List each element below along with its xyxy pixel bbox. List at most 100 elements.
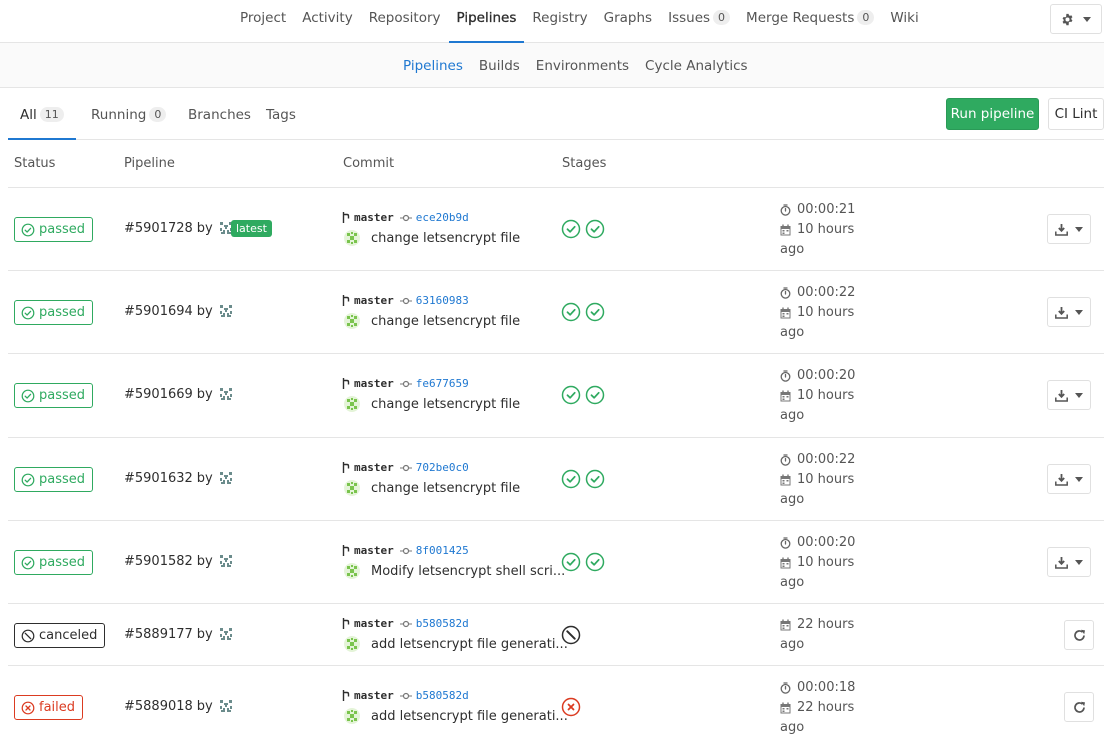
subnav-item-environments[interactable]: Environments <box>528 43 637 89</box>
commit-title: add letsencrypt file generati... <box>344 636 568 652</box>
pipeline-link[interactable]: #5901728 <box>124 221 193 236</box>
commit-sha-link[interactable]: b580582d <box>416 689 469 702</box>
status-label: failed <box>39 700 76 715</box>
commit-author-avatar[interactable] <box>344 708 360 724</box>
duration: 00:00:18 <box>780 678 855 698</box>
branch-name-link[interactable]: master <box>354 689 394 702</box>
user-avatar[interactable] <box>217 470 234 486</box>
nav-item-pipelines[interactable]: Pipelines <box>448 0 525 43</box>
nav-item-registry[interactable]: Registry <box>524 0 595 42</box>
nav-item-issues[interactable]: Issues 0 <box>660 0 738 42</box>
download-artifacts-button[interactable] <box>1047 464 1091 494</box>
stage-success-icon[interactable] <box>585 302 605 322</box>
commit-sha-link[interactable]: ece20b9d <box>416 211 469 224</box>
user-avatar[interactable] <box>217 386 234 402</box>
finished-ago: ago <box>780 325 805 340</box>
subnav-item-pipelines[interactable]: Pipelines <box>395 43 471 89</box>
nav-item-activity[interactable]: Activity <box>294 0 361 42</box>
subnav-item-builds[interactable]: Builds <box>471 43 528 89</box>
stage-success-icon[interactable] <box>585 552 605 572</box>
retry-pipeline-button[interactable] <box>1064 692 1094 722</box>
commit-author-avatar[interactable] <box>344 480 360 496</box>
commit-author-avatar[interactable] <box>344 636 360 652</box>
status-badge[interactable]: passed <box>14 300 94 325</box>
user-avatar[interactable] <box>217 626 234 642</box>
commit-author-avatar[interactable] <box>344 396 360 412</box>
pipeline-link[interactable]: #5901669 <box>124 387 193 402</box>
commit-title-link[interactable]: Modify letsencrypt shell scri... <box>371 564 565 579</box>
commit-author-avatar[interactable] <box>344 230 360 246</box>
retry-pipeline-button[interactable] <box>1064 620 1094 650</box>
duration-value: 00:00:18 <box>797 680 856 695</box>
download-artifacts-button[interactable] <box>1047 214 1091 244</box>
nav-item-merge-requests[interactable]: Merge Requests 0 <box>738 0 882 42</box>
commit-author-avatar[interactable] <box>344 563 360 579</box>
stage-success-icon[interactable] <box>561 469 581 489</box>
tab-branches[interactable]: Branches <box>188 88 251 139</box>
stage-success-icon[interactable] <box>561 385 581 405</box>
commit-icon <box>399 214 412 222</box>
status-badge[interactable]: passed <box>14 467 94 492</box>
duration: 00:00:20 <box>780 366 855 386</box>
tab-running[interactable]: Running 0 <box>91 88 167 139</box>
nav-item-graphs[interactable]: Graphs <box>596 0 660 42</box>
user-avatar[interactable] <box>217 303 234 319</box>
ci-lint-button[interactable]: CI Lint <box>1048 98 1104 130</box>
nav-item-repository[interactable]: Repository <box>361 0 449 42</box>
stage-canceled-icon[interactable] <box>561 625 581 645</box>
commit-sha-link[interactable]: 8f001425 <box>416 544 469 557</box>
nav-item-label: Pipelines <box>456 10 517 26</box>
tab-all[interactable]: All 11 <box>8 88 76 140</box>
commit-title-link[interactable]: add letsencrypt file generati... <box>371 709 568 724</box>
commit-sha-link[interactable]: 63160983 <box>416 294 469 307</box>
tab-tags[interactable]: Tags <box>266 88 296 139</box>
status-badge[interactable]: failed <box>14 695 84 720</box>
stage-failed-icon[interactable] <box>561 697 581 717</box>
pipeline-link[interactable]: #5901632 <box>124 471 193 486</box>
commit-title-link[interactable]: change letsencrypt file <box>371 397 520 412</box>
user-avatar[interactable] <box>217 553 234 569</box>
status-badge[interactable]: passed <box>14 383 94 408</box>
finished-ago: ago <box>780 637 805 652</box>
branch-name-link[interactable]: master <box>354 294 394 307</box>
pipeline-link[interactable]: #5889018 <box>124 699 193 714</box>
commit-sha-link[interactable]: b580582d <box>416 617 469 630</box>
branch-name-link[interactable]: master <box>354 617 394 630</box>
status-badge[interactable]: passed <box>14 217 94 242</box>
download-artifacts-button[interactable] <box>1047 547 1091 577</box>
subnav-item-cycle-analytics[interactable]: Cycle Analytics <box>637 43 756 89</box>
commit-sha-link[interactable]: fe677659 <box>416 377 469 390</box>
stage-success-icon[interactable] <box>585 469 605 489</box>
finished-at: 10 hours <box>780 220 855 240</box>
stage-success-icon[interactable] <box>585 385 605 405</box>
branch-name-link[interactable]: master <box>354 211 394 224</box>
commit-title-link[interactable]: add letsencrypt file generati... <box>371 637 568 652</box>
settings-dropdown-button[interactable] <box>1050 4 1102 34</box>
pipeline-stages <box>561 469 605 489</box>
commit-title-link[interactable]: change letsencrypt file <box>371 481 520 496</box>
status-badge[interactable]: canceled <box>14 623 106 648</box>
pipeline-link[interactable]: #5901694 <box>124 304 193 319</box>
pipeline-link[interactable]: #5889177 <box>124 627 193 642</box>
user-avatar[interactable] <box>217 698 234 714</box>
nav-item-wiki[interactable]: Wiki <box>882 0 926 42</box>
stage-success-icon[interactable] <box>561 552 581 572</box>
branch-name-link[interactable]: master <box>354 544 394 557</box>
status-badge[interactable]: passed <box>14 550 94 575</box>
commit-title-link[interactable]: change letsencrypt file <box>371 314 520 329</box>
commit-title-link[interactable]: change letsencrypt file <box>371 231 520 246</box>
stage-success-icon[interactable] <box>561 219 581 239</box>
run-pipeline-button[interactable]: Run pipeline <box>946 98 1039 130</box>
stage-success-icon[interactable] <box>585 219 605 239</box>
status-label: passed <box>39 472 86 487</box>
duration: 00:00:21 <box>780 200 855 220</box>
branch-name-link[interactable]: master <box>354 377 394 390</box>
nav-item-project[interactable]: Project <box>232 0 294 42</box>
pipeline-link[interactable]: #5901582 <box>124 554 193 569</box>
stage-success-icon[interactable] <box>561 302 581 322</box>
commit-sha-link[interactable]: 702be0c0 <box>416 461 469 474</box>
commit-author-avatar[interactable] <box>344 313 360 329</box>
download-artifacts-button[interactable] <box>1047 380 1091 410</box>
download-artifacts-button[interactable] <box>1047 297 1091 327</box>
branch-name-link[interactable]: master <box>354 461 394 474</box>
